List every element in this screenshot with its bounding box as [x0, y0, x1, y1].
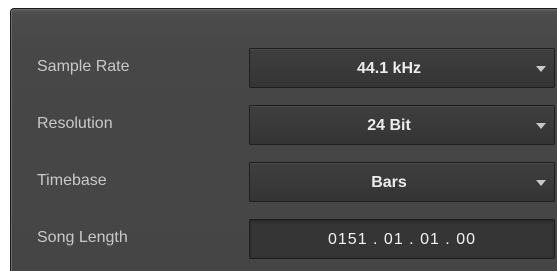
- sample-rate-label: Sample Rate: [37, 58, 130, 75]
- timebase-dropdown[interactable]: Bars: [249, 162, 555, 202]
- timebase-label: Timebase: [37, 172, 107, 189]
- chevron-down-icon: [536, 123, 546, 129]
- resolution-row: Resolution 24 Bit: [11, 105, 557, 145]
- song-length-value: 0151 . 01 . 01 . 00: [328, 231, 476, 248]
- song-length-field[interactable]: 0151 . 01 . 01 . 00: [249, 219, 555, 259]
- sample-rate-dropdown[interactable]: 44.1 kHz: [249, 48, 555, 88]
- resolution-label: Resolution: [37, 115, 113, 132]
- chevron-down-icon: [536, 180, 546, 186]
- chevron-down-icon: [536, 66, 546, 72]
- song-length-row: Song Length 0151 . 01 . 01 . 00: [11, 219, 557, 259]
- sample-rate-value: 44.1 kHz: [356, 60, 422, 77]
- resolution-value: 24 Bit: [367, 117, 411, 134]
- resolution-dropdown[interactable]: 24 Bit: [249, 105, 555, 145]
- timebase-value: Bars: [371, 174, 407, 191]
- song-length-label: Song Length: [37, 229, 128, 246]
- timebase-row: Timebase Bars: [11, 162, 557, 202]
- sample-rate-row: Sample Rate 44.1 kHz: [11, 48, 557, 88]
- song-setup-panel: Sample Rate 44.1 kHz Resolution 24 Bit T…: [10, 8, 557, 271]
